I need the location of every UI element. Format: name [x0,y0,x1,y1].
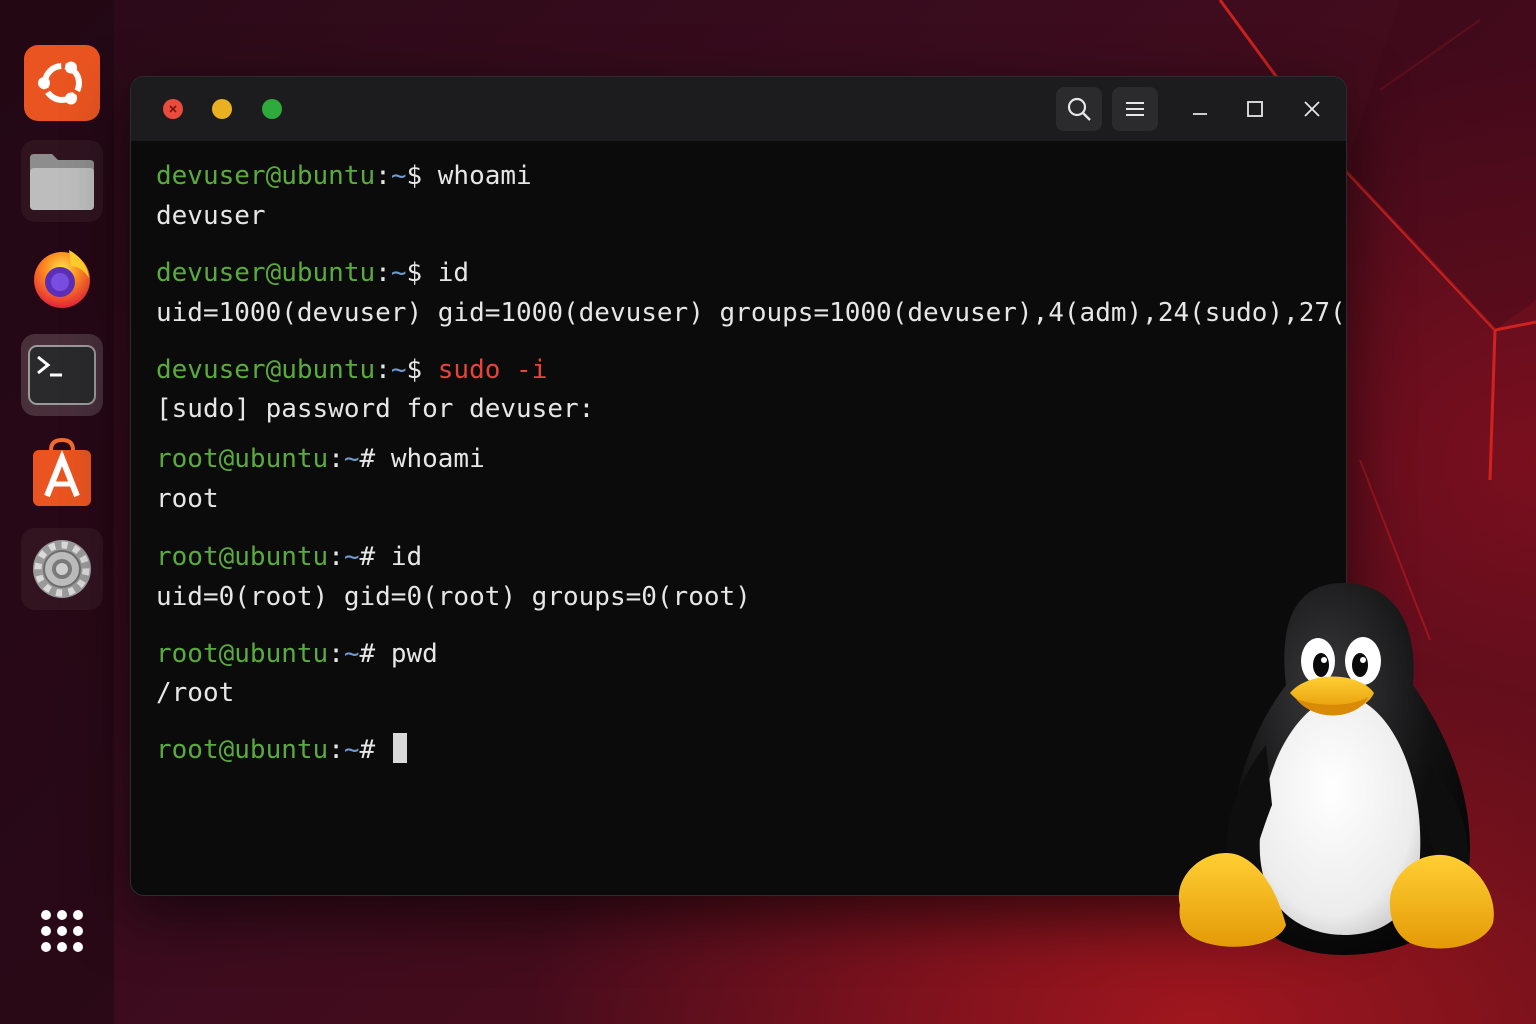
prompt-user-host: root@ubuntu [156,542,329,572]
dock-item-settings[interactable] [21,528,103,610]
close-button[interactable] [1294,91,1330,127]
terminal-window[interactable]: devuser@ubuntu:~$ whoami devuser devuser@u… [130,76,1347,896]
tux-penguin-image [1178,583,1494,955]
prompt-symbol: $ [406,161,438,191]
ubuntu-logo-icon [24,45,100,121]
maximize-dot-button[interactable] [262,99,282,119]
prompt-path: ~ [390,161,407,191]
command-text: whoami [437,161,532,191]
dock-item-app-center[interactable] [21,432,103,514]
minimize-button[interactable] [1182,91,1218,127]
prompt-path: ~ [390,355,407,385]
output-line: [sudo] password for devuser: [156,392,594,426]
minimize-icon [1193,113,1207,115]
search-button[interactable] [1056,87,1102,131]
settings-icon [33,540,91,598]
command-text: pwd [390,639,438,669]
output-line: devuser [156,199,266,233]
close-dot-button[interactable] [163,99,183,119]
prompt-symbol: # [359,735,391,765]
dock-item-terminal[interactable] [21,334,103,416]
command-text: whoami [390,444,485,474]
output-text: root [156,484,219,514]
maximize-icon [1247,101,1263,117]
app-center-icon [33,438,91,506]
prompt-user-host: root@ubuntu [156,444,329,474]
prompt-separator: : [375,355,391,385]
prompt-symbol: # [359,444,391,474]
dock-item-firefox[interactable] [21,236,103,318]
close-x-icon [169,105,177,113]
prompt-path: ~ [343,444,360,474]
maximize-button[interactable] [1237,91,1273,127]
prompt-line: devuser@ubuntu:~$ whoami [156,159,532,193]
output-text: uid=0(root) gid=0(root) groups=0(root) [156,582,751,612]
output-text: uid=1000(devuser) gid=1000(devuser) grou… [156,298,1347,328]
dock-item-show-apps[interactable] [21,890,103,972]
prompt-separator: : [375,161,391,191]
menu-button[interactable] [1112,87,1158,131]
output-line: uid=1000(devuser) gid=1000(devuser) grou… [156,296,1347,330]
prompt-line: devuser@ubuntu:~$ sudo -i [156,353,547,387]
minimize-dot-button[interactable] [212,99,232,119]
output-line: /root [156,676,234,710]
files-icon [30,154,94,210]
output-line: uid=0(root) gid=0(root) groups=0(root) [156,580,751,614]
text-cursor [392,733,407,763]
terminal-icon [28,345,96,405]
prompt-user-host: devuser@ubuntu [156,355,376,385]
prompt-line: devuser@ubuntu:~$ id [156,256,469,290]
hamburger-menu-icon [1126,102,1144,116]
firefox-icon [34,250,90,308]
command-text: sudo -i [437,355,548,385]
prompt-separator: : [328,639,344,669]
prompt-separator: : [328,444,344,474]
prompt-separator: : [328,735,344,765]
prompt-path: ~ [390,258,407,288]
prompt-symbol: # [359,639,391,669]
dock-item-ubuntu[interactable] [21,42,103,124]
titlebar[interactable] [131,77,1346,141]
prompt-symbol: $ [406,355,438,385]
prompt-line: root@ubuntu:~# pwd [156,637,438,671]
prompt-path: ~ [343,542,360,572]
prompt-path: ~ [343,639,360,669]
close-icon [1304,101,1320,117]
prompt-line: root@ubuntu:~# whoami [156,442,485,476]
prompt-separator: : [375,258,391,288]
prompt-separator: : [328,542,344,572]
output-text: [sudo] password for devuser: [156,394,595,424]
prompt-symbol: # [359,542,391,572]
output-text: /root [156,678,235,708]
prompt-user-host: root@ubuntu [156,735,329,765]
prompt-symbol: $ [406,258,438,288]
output-line: root [156,482,219,516]
prompt-user-host: root@ubuntu [156,639,329,669]
prompt-line: root@ubuntu:~# id [156,540,422,574]
search-icon [1067,97,1091,121]
dock-item-files[interactable] [21,140,103,222]
prompt-line: root@ubuntu:~# [156,733,407,767]
prompt-user-host: devuser@ubuntu [156,258,376,288]
command-text: id [390,542,423,572]
output-text: devuser [156,201,266,231]
dock [0,0,114,1024]
command-text: id [437,258,470,288]
show-apps-icon [41,910,83,952]
prompt-user-host: devuser@ubuntu [156,161,376,191]
prompt-path: ~ [343,735,360,765]
